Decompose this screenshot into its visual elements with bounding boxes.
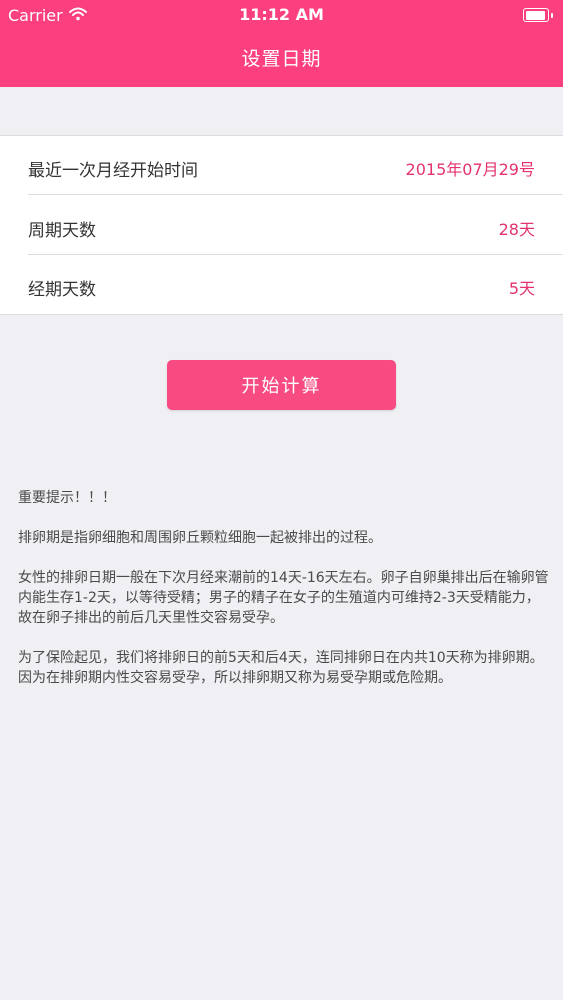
last-period-start-value[interactable]: 2015年07月29号 xyxy=(406,156,535,180)
battery-icon xyxy=(523,8,553,22)
status-bar: Carrier 11:12 AM xyxy=(0,0,563,30)
row-divider xyxy=(28,194,563,195)
tips-paragraph-1: 排卵期是指卵细胞和周围卵丘颗粒细胞一起被排出的过程。 xyxy=(18,530,382,546)
tips-paragraph-3: 为了保险起见，我们将排卵日的前5天和后4天，连同排卵日在内共10天称为排卵期。因… xyxy=(18,650,544,686)
cycle-days-value[interactable]: 28天 xyxy=(499,216,535,240)
period-days-row[interactable]: 经期天数 5天 xyxy=(0,255,563,314)
navigation-header: Carrier 11:12 AM 设置日期 xyxy=(0,0,563,87)
last-period-start-label: 最近一次月经开始时间 xyxy=(28,161,198,181)
settings-form: 最近一次月经开始时间 2015年07月29号 周期天数 28天 经期天数 5天 xyxy=(0,135,563,315)
important-tips: 重要提示！！！ 排卵期是指卵细胞和周围卵丘颗粒细胞一起被排出的过程。 女性的排卵… xyxy=(18,488,553,708)
tips-paragraph-2: 女性的排卵日期一般在下次月经来潮前的14天-16天左右。卵子自卵巢排出后在输卵管… xyxy=(18,570,549,626)
last-period-start-row[interactable]: 最近一次月经开始时间 2015年07月29号 xyxy=(0,136,563,195)
cycle-days-label: 周期天数 xyxy=(28,221,96,241)
status-time: 11:12 AM xyxy=(239,5,324,24)
cycle-days-row[interactable]: 周期天数 28天 xyxy=(0,196,563,255)
page-title: 设置日期 xyxy=(241,48,322,70)
tips-heading: 重要提示！！！ xyxy=(18,490,116,506)
period-days-label: 经期天数 xyxy=(28,280,96,300)
period-days-value[interactable]: 5天 xyxy=(509,275,535,299)
start-calculation-button[interactable]: 开始计算 xyxy=(167,360,396,410)
